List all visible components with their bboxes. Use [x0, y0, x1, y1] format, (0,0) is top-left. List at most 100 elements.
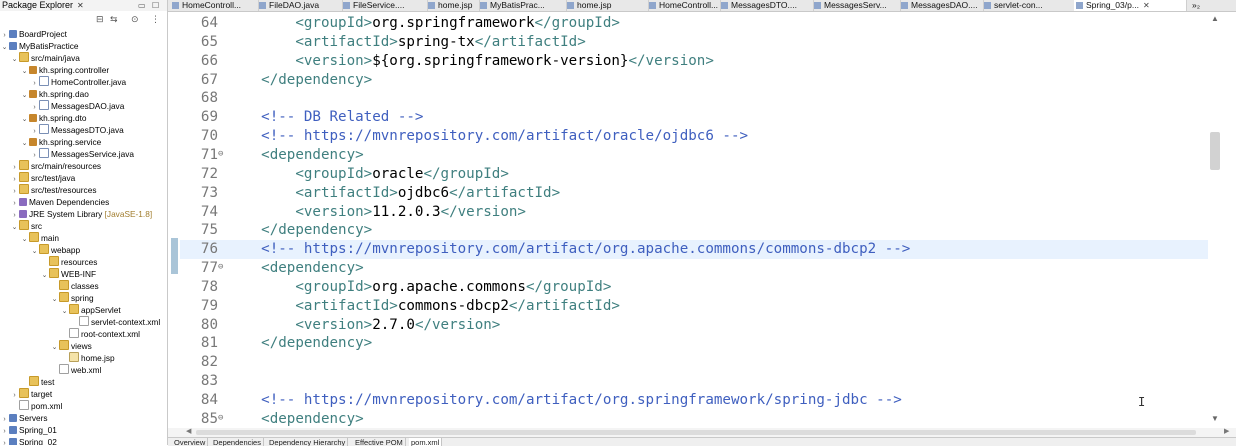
- expand-arrow-icon[interactable]: ⌄: [21, 234, 28, 246]
- vertical-scrollbar[interactable]: ▲ ▼: [1208, 12, 1236, 428]
- tree-item[interactable]: web.xml: [51, 364, 101, 376]
- tree-item[interactable]: pom.xml: [11, 400, 62, 412]
- tree-item[interactable]: › MessagesDTO.java: [31, 124, 124, 136]
- tree-item[interactable]: root-context.xml: [61, 328, 140, 340]
- code-line[interactable]: 79 <artifactId>commons-dbcp2</artifactId…: [180, 297, 1220, 316]
- tree-item[interactable]: classes: [51, 280, 99, 292]
- code-line[interactable]: 81 </dependency>: [180, 334, 1220, 353]
- code-line[interactable]: 64 <groupId>org.springframework</groupId…: [180, 14, 1220, 33]
- tree-item[interactable]: ⌄ spring: [51, 292, 94, 304]
- scroll-left-icon[interactable]: ◀: [186, 427, 191, 435]
- tree-item[interactable]: resources: [41, 256, 97, 268]
- expand-arrow-icon[interactable]: ⌄: [51, 342, 58, 354]
- expand-arrow-icon[interactable]: ⌄: [31, 246, 38, 258]
- code-line[interactable]: 77 ⊖ <dependency>: [180, 259, 1220, 278]
- code-line[interactable]: 73 <artifactId>ojdbc6</artifactId>: [180, 184, 1220, 203]
- vertical-scroll-thumb[interactable]: [1210, 132, 1220, 170]
- code-line[interactable]: 67 </dependency>: [180, 71, 1220, 90]
- code-line[interactable]: 78 <groupId>org.apache.commons</groupId>: [180, 278, 1220, 297]
- expand-arrow-icon[interactable]: ⌄: [1, 42, 8, 54]
- scroll-up-icon[interactable]: ▲: [1211, 14, 1219, 23]
- editor-tab[interactable]: FileService....: [341, 0, 428, 11]
- code-line[interactable]: 71 ⊖ <dependency>: [180, 146, 1220, 165]
- focus-icon[interactable]: ⊙: [131, 14, 139, 25]
- expand-arrow-icon[interactable]: ⌄: [61, 306, 68, 318]
- close-view-icon[interactable]: ✕: [77, 0, 84, 11]
- tree-item[interactable]: › target: [11, 388, 52, 400]
- expand-arrow-icon[interactable]: ⌄: [21, 114, 28, 126]
- code-line[interactable]: 65 <artifactId>spring-tx</artifactId>: [180, 33, 1220, 52]
- code-line[interactable]: 66 <version>${org.springframework-versio…: [180, 52, 1220, 71]
- expand-arrow-icon[interactable]: ⌄: [21, 90, 28, 102]
- tree-item[interactable]: › Spring_01: [1, 424, 57, 436]
- code-line[interactable]: 84 <!-- https://mvnrepository.com/artifa…: [180, 391, 1220, 410]
- fold-toggle-icon[interactable]: ⊖: [218, 410, 223, 427]
- code-line[interactable]: 83: [180, 372, 1220, 391]
- tree-item[interactable]: ⌄ main: [21, 232, 59, 244]
- expand-arrow-icon[interactable]: ⌄: [21, 66, 28, 78]
- collapse-arrow-icon[interactable]: ›: [1, 438, 8, 445]
- tree-item[interactable]: ⌄ kh.spring.service: [21, 136, 102, 150]
- expand-arrow-icon[interactable]: ⌄: [41, 270, 48, 282]
- editor-tab[interactable]: MessagesServ...: [812, 0, 901, 11]
- code-line[interactable]: 76 <!-- https://mvnrepository.com/artifa…: [180, 240, 1220, 260]
- code-line[interactable]: 70 <!-- https://mvnrepository.com/artifa…: [180, 127, 1220, 146]
- editor-tab[interactable]: home.jsp: [565, 0, 649, 11]
- tree-item[interactable]: › MessagesService.java: [31, 148, 134, 160]
- collapse-all-icon[interactable]: ⊟: [96, 14, 104, 25]
- view-menu-icon[interactable]: ⋮: [151, 14, 160, 25]
- editor-tab[interactable]: MyBatisPrac...: [478, 0, 567, 11]
- tree-item[interactable]: servlet-context.xml: [71, 316, 160, 328]
- expand-arrow-icon[interactable]: ⌄: [11, 54, 18, 66]
- code-line[interactable]: 72 <groupId>oracle</groupId>: [180, 165, 1220, 184]
- editor-tab[interactable]: Spring_03/p... ✕: [1074, 0, 1187, 11]
- scroll-down-icon[interactable]: ▼: [1211, 414, 1219, 423]
- link-editor-icon[interactable]: ⇆: [110, 14, 118, 25]
- tab-overflow-icon[interactable]: »₂: [1190, 0, 1200, 11]
- code-line[interactable]: 69 <!-- DB Related -->: [180, 108, 1220, 127]
- horizontal-scrollbar[interactable]: ◀ ▶: [168, 428, 1236, 437]
- editor-tab[interactable]: home.jsp: [426, 0, 480, 11]
- tree-item[interactable]: home.jsp: [61, 352, 115, 364]
- tree-item[interactable]: ⌄ kh.spring.dao: [21, 88, 89, 100]
- code-line[interactable]: 85 ⊖ <dependency>: [180, 410, 1220, 428]
- tree-item[interactable]: test: [21, 376, 54, 388]
- tree-item[interactable]: ⌄ kh.spring.controller: [21, 64, 110, 78]
- tree-item[interactable]: ⌄ src: [11, 220, 42, 232]
- fold-toggle-icon[interactable]: ⊖: [218, 146, 223, 163]
- expand-arrow-icon[interactable]: ⌄: [11, 222, 18, 234]
- editor-tab[interactable]: MessagesDAO....: [899, 0, 984, 11]
- tree-item[interactable]: ⌄ appServlet: [61, 304, 121, 316]
- expand-arrow-icon[interactable]: ⌄: [51, 294, 58, 306]
- code-line[interactable]: 74 <version>11.2.0.3</version>: [180, 203, 1220, 222]
- editor-tab[interactable]: servlet-con...: [982, 0, 1076, 11]
- code-line[interactable]: 82: [180, 353, 1220, 372]
- tree-item[interactable]: ⌄ views: [51, 340, 92, 352]
- tree-item[interactable]: › src/test/java: [11, 172, 75, 184]
- tree-item[interactable]: › BoardProject: [1, 28, 67, 40]
- expand-arrow-icon[interactable]: ⌄: [21, 138, 28, 150]
- tree-item[interactable]: › Servers: [1, 412, 47, 424]
- editor-tab[interactable]: MessagesDTO....: [719, 0, 814, 11]
- editor-tab[interactable]: HomeControll...: [170, 0, 259, 11]
- tree-item[interactable]: › HomeController.java: [31, 76, 126, 88]
- tree-item[interactable]: ⌄ webapp: [31, 244, 80, 256]
- editor-tab[interactable]: FileDAO.java: [257, 0, 343, 11]
- fold-toggle-icon[interactable]: ⊖: [218, 259, 223, 276]
- tree-item[interactable]: ⌄ WEB-INF: [41, 268, 96, 280]
- tree-item[interactable]: › src/main/resources: [11, 160, 101, 172]
- maximize-icon[interactable]: ☐: [152, 0, 159, 11]
- scroll-right-icon[interactable]: ▶: [1224, 427, 1229, 435]
- tree-item[interactable]: ⌄ kh.spring.dto: [21, 112, 87, 124]
- tree-item[interactable]: › Spring_02: [1, 436, 57, 445]
- tree-item[interactable]: ⌄ src/main/java: [11, 52, 80, 64]
- tree-item[interactable]: › Maven Dependencies: [11, 196, 109, 208]
- editor-tab[interactable]: HomeControll...: [647, 0, 721, 11]
- tree-item[interactable]: ⌄ MyBatisPractice: [1, 40, 79, 54]
- code-line[interactable]: 80 <version>2.7.0</version>: [180, 316, 1220, 335]
- tree-item[interactable]: › src/test/resources: [11, 184, 96, 196]
- close-tab-icon[interactable]: ✕: [1143, 1, 1150, 10]
- code-line[interactable]: 68: [180, 89, 1220, 108]
- horizontal-scroll-thumb[interactable]: [196, 430, 1196, 435]
- minimize-icon[interactable]: ▭: [138, 0, 146, 11]
